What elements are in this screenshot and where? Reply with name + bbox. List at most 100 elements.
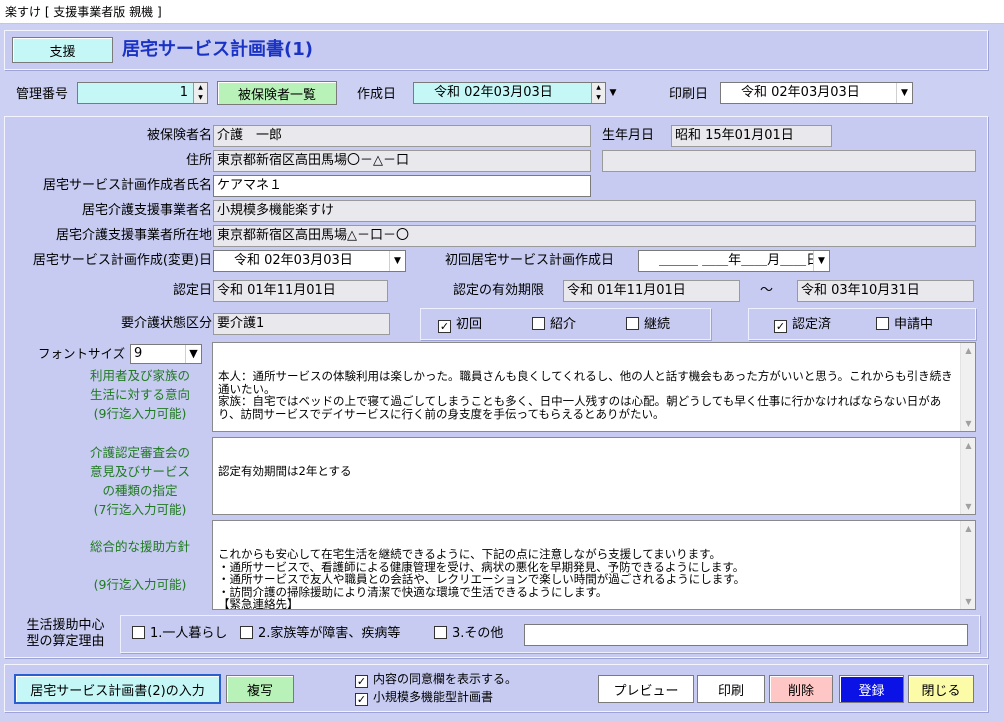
reason-alone-box[interactable] — [132, 626, 145, 639]
intent-text: 本人：通所サービスの体験利用は楽しかった。職員さんも良くしてくれるし、他の人と話… — [218, 369, 953, 421]
ninteizumi-check-label: 認定済 — [792, 317, 832, 332]
reason-family-label: 2.家族等が障害、疾病等 — [258, 626, 401, 641]
plan2-input-button[interactable]: 居宅サービス計画書(2)の入力 — [14, 674, 221, 704]
copy-button[interactable]: 複写 — [226, 675, 294, 703]
shokai2-check-box[interactable] — [532, 317, 545, 330]
window-title: 楽すけ [ 支援事業者版 親機 ] — [5, 5, 162, 19]
address-field: 東京都新宿区高田馬場〇－△－口 — [213, 150, 591, 172]
address-label: 住所 — [185, 153, 212, 168]
consent-check-label: 内容の同意欄を表示する。 — [373, 672, 518, 686]
small-multi-checkbox[interactable]: ✓ 小規模多機能型計画書 — [355, 687, 493, 707]
kanri-label: 管理番号 — [16, 87, 69, 102]
plan-date-label: 居宅サービス計画作成(変更)日 — [32, 253, 212, 268]
support-reason-label: 生活援助中心 型の算定理由 — [26, 618, 105, 649]
shokai-check-box[interactable]: ✓ — [438, 320, 451, 333]
opinion-text: 認定有効期間は2年とする — [218, 464, 352, 478]
kanri-spin-icon[interactable]: ▲ ▼ — [193, 83, 207, 103]
policy-scrollbar[interactable]: ▲ ▼ — [960, 521, 975, 609]
address-extra-field — [602, 150, 976, 172]
plan-date-dropdown-icon[interactable]: ▼ — [389, 251, 405, 271]
hihoken-name-label: 被保険者名 — [146, 128, 212, 143]
intent-textarea[interactable]: 本人：通所サービスの体験利用は楽しかった。職員さんも良くしてくれるし、他の人と話… — [212, 342, 976, 432]
preview-button[interactable]: プレビュー — [598, 675, 694, 703]
plan-date-input[interactable]: 令和 02年03月03日 ▼ — [213, 250, 406, 272]
ninteizumi-checkbox[interactable]: ✓ 認定済 — [774, 315, 831, 335]
scroll-up-icon[interactable]: ▲ — [961, 438, 975, 453]
kanri-number-input[interactable]: 1 ▲ ▼ — [77, 82, 208, 104]
shokai-checkbox[interactable]: ✓ 初回 — [438, 315, 482, 335]
sakusei-dropdown-icon[interactable]: ▼ — [606, 83, 620, 103]
shokai2-checkbox[interactable]: 紹介 — [532, 315, 576, 335]
register-button[interactable]: 登録 — [839, 675, 904, 703]
scroll-down-icon[interactable]: ▼ — [961, 499, 975, 514]
reason-other-checkbox[interactable]: 3.その他 — [434, 624, 503, 644]
font-size-label: フォントサイズ — [38, 346, 126, 361]
reason-family-box[interactable] — [240, 626, 253, 639]
kanri-number-value: 1 — [179, 85, 188, 100]
support-mode-button[interactable]: 支援 — [12, 37, 113, 63]
yuko-tilde: 〜 — [760, 283, 774, 298]
opinion-textarea[interactable]: 認定有効期間は2年とする ▲ ▼ — [212, 437, 976, 515]
nintei-date-field: 令和 01年11月01日 — [213, 280, 388, 302]
hihoken-name-field: 介護 一郎 — [213, 125, 591, 147]
reason-family-checkbox[interactable]: 2.家族等が障害、疾病等 — [240, 624, 400, 644]
insatsu-date-input[interactable]: 令和 02年03月03日 ▼ — [720, 82, 913, 104]
sakusei-label: 作成日 — [357, 87, 397, 102]
reason-alone-checkbox[interactable]: 1.一人暮らし — [132, 624, 227, 644]
first-plan-date-input[interactable]: ＿＿＿ ＿＿年＿＿月＿＿日 ▼ — [638, 250, 830, 272]
font-size-dropdown-icon[interactable]: ▼ — [185, 345, 201, 363]
shokai2-check-label: 紹介 — [550, 317, 577, 332]
reason-other-label: 3.その他 — [452, 626, 504, 641]
shinseichu-check-box[interactable] — [876, 317, 889, 330]
intent-scrollbar[interactable]: ▲ ▼ — [960, 343, 975, 431]
consent-checkbox[interactable]: ✓ 内容の同意欄を表示する。 — [355, 669, 517, 689]
first-plan-dropdown-icon[interactable]: ▼ — [813, 251, 829, 271]
yuko-label: 認定の有効期限 — [453, 283, 545, 298]
jigyosha-name-field: 小規模多機能楽すけ — [213, 200, 976, 222]
hihoken-list-button[interactable]: 被保険者一覧 — [217, 81, 337, 105]
sakusei-date-value: 令和 02年03月03日 — [434, 85, 553, 100]
keizoku-checkbox[interactable]: 継続 — [626, 315, 670, 335]
opinion-label: 介護認定審査会の 意見及びサービス の種類の指定 (7行迄入力可能) — [89, 445, 190, 517]
insatsu-date-value: 令和 02年03月03日 — [741, 85, 860, 100]
small-multi-check-label: 小規模多機能型計画書 — [373, 690, 494, 704]
shokai-check-label: 初回 — [456, 317, 483, 332]
jigyosha-addr-field: 東京都新宿区高田馬場△－口－〇 — [213, 225, 976, 247]
jigyosha-label: 居宅介護支援事業者名 — [81, 203, 212, 218]
small-multi-check-box[interactable]: ✓ — [355, 693, 368, 706]
close-button[interactable]: 閉じる — [908, 675, 974, 703]
ninteizumi-check-box[interactable]: ✓ — [774, 320, 787, 333]
insatsu-dropdown-icon[interactable]: ▼ — [896, 83, 912, 103]
jigyosha-addr-label: 居宅介護支援事業者所在地 — [55, 228, 212, 243]
reason-alone-label: 1.一人暮らし — [150, 626, 228, 641]
birth-date-field: 昭和 15年01月01日 — [671, 125, 832, 147]
font-size-select[interactable]: 9 ▼ — [130, 344, 202, 364]
scroll-down-icon[interactable]: ▼ — [961, 594, 975, 609]
planner-label: 居宅サービス計画作成者氏名 — [42, 178, 212, 193]
scroll-up-icon[interactable]: ▲ — [961, 343, 975, 358]
font-size-value: 9 — [134, 346, 143, 361]
reason-other-input[interactable] — [524, 624, 968, 646]
first-plan-label: 初回居宅サービス計画作成日 — [445, 253, 615, 268]
yuko-from-field: 令和 01年11月01日 — [563, 280, 740, 302]
insatsu-label: 印刷日 — [669, 87, 709, 102]
sakusei-date-input[interactable]: 令和 02年03月03日 ▲ ▼ — [413, 82, 606, 104]
shinseichu-check-label: 申請中 — [894, 317, 934, 332]
delete-button[interactable]: 削除 — [769, 675, 833, 703]
planner-name-input[interactable]: ケアマネ１ — [213, 175, 591, 197]
keizoku-check-box[interactable] — [626, 317, 639, 330]
scroll-down-icon[interactable]: ▼ — [961, 416, 975, 431]
policy-text: これからも安心して在宅生活を継続できるように、下記の点に注意しながら支援してまい… — [218, 547, 746, 610]
shinseichu-checkbox[interactable]: 申請中 — [876, 315, 933, 335]
intent-label: 利用者及び家族の 生活に対する意向 (9行迄入力可能) — [89, 368, 190, 421]
print-button[interactable]: 印刷 — [697, 675, 765, 703]
policy-textarea[interactable]: これからも安心して在宅生活を継続できるように、下記の点に注意しながら支援してまい… — [212, 520, 976, 610]
sakusei-spin-icon[interactable]: ▲ ▼ — [591, 83, 605, 103]
opinion-scrollbar[interactable]: ▲ ▼ — [960, 438, 975, 514]
plan-date-value: 令和 02年03月03日 — [234, 253, 353, 268]
kaigodo-label: 要介護状態区分 — [120, 316, 212, 331]
reason-other-box[interactable] — [434, 626, 447, 639]
first-plan-date-value: ＿＿＿ ＿＿年＿＿月＿＿日 — [659, 253, 820, 268]
yuko-to-field: 令和 03年10月31日 — [797, 280, 974, 302]
scroll-up-icon[interactable]: ▲ — [961, 521, 975, 536]
